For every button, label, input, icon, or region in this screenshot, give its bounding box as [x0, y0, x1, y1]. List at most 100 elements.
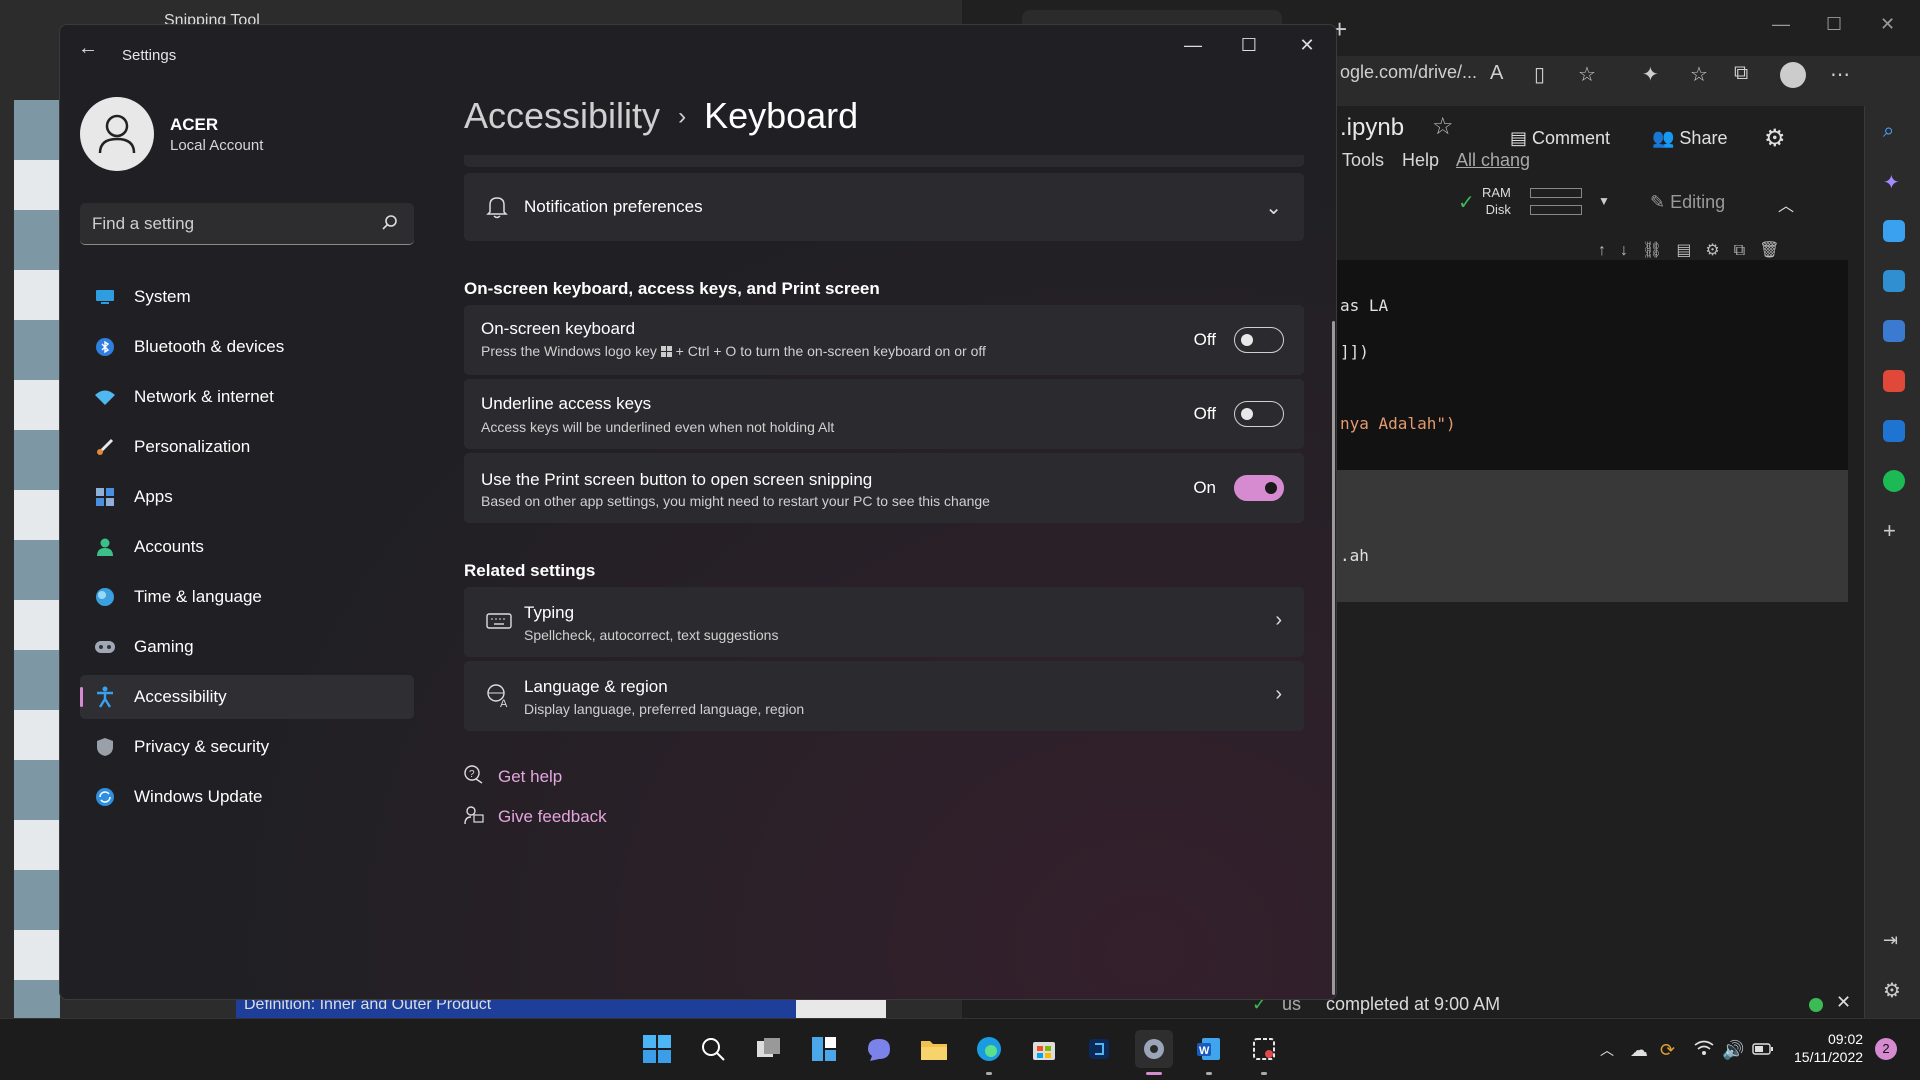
- search-icon[interactable]: [380, 213, 400, 238]
- related-language-region-card[interactable]: A Language & region Display language, pr…: [464, 661, 1304, 731]
- output-line: .ah: [1340, 546, 1369, 565]
- sidebar-item-privacy-security[interactable]: Privacy & security: [80, 725, 414, 769]
- word-button[interactable]: W: [1190, 1030, 1228, 1068]
- chevron-down-icon[interactable]: ▼: [1598, 194, 1610, 208]
- favorite-add-icon[interactable]: ☆: [1578, 62, 1596, 87]
- discover-icon[interactable]: ✦: [1883, 170, 1905, 194]
- snipping-tool-icon: [1253, 1038, 1275, 1060]
- toggle-state-label: On: [1193, 478, 1216, 497]
- status-close-icon[interactable]: ✕: [1836, 992, 1851, 1013]
- avatar[interactable]: [80, 97, 154, 171]
- main-content: Notification preferences ⌄ On-screen key…: [464, 155, 1304, 999]
- immersive-reader-icon[interactable]: ▯: [1534, 62, 1545, 87]
- sync-icon[interactable]: ⟳: [1660, 1040, 1675, 1061]
- back-arrow-icon[interactable]: ←: [78, 37, 98, 60]
- sidebar-item-time-language[interactable]: Time & language: [80, 575, 414, 619]
- task-view-button[interactable]: [750, 1030, 788, 1068]
- code-line: nya Adalah"): [1340, 414, 1456, 433]
- profile-avatar-icon[interactable]: [1780, 62, 1806, 88]
- all-changes-link[interactable]: All chang: [1456, 150, 1530, 171]
- underline-access-keys-toggle[interactable]: [1234, 401, 1284, 427]
- menu-tools[interactable]: Tools: [1342, 150, 1384, 171]
- search-icon[interactable]: ⌕: [1883, 120, 1905, 142]
- toggle-knob: [1241, 334, 1253, 346]
- collections-icon[interactable]: ⧉: [1734, 62, 1748, 85]
- spotify-icon[interactable]: [1883, 470, 1905, 492]
- print-screen-toggle[interactable]: [1234, 475, 1284, 501]
- battery-icon[interactable]: [1752, 1040, 1774, 1061]
- notification-badge[interactable]: 2: [1875, 1038, 1897, 1060]
- maximize-icon[interactable]: ☐: [1234, 35, 1264, 56]
- give-feedback-link[interactable]: Give feedback: [498, 807, 607, 827]
- file-explorer-button[interactable]: [915, 1030, 953, 1068]
- volume-icon[interactable]: 🔊: [1722, 1040, 1744, 1061]
- sidebar-item-windows-update[interactable]: Windows Update: [80, 775, 414, 819]
- sidebar-item-network[interactable]: Network & internet: [80, 375, 414, 419]
- editing-mode-button[interactable]: ✎ Editing: [1650, 192, 1725, 213]
- breadcrumb-parent[interactable]: Accessibility: [464, 95, 660, 136]
- notification-preferences-card[interactable]: Notification preferences ⌄: [464, 173, 1304, 241]
- close-icon[interactable]: ✕: [1292, 35, 1322, 56]
- sidebar-item-personalization[interactable]: Personalization: [80, 425, 414, 469]
- get-help-link[interactable]: Get help: [498, 767, 562, 787]
- browser-close-icon[interactable]: ✕: [1880, 14, 1895, 35]
- games-icon[interactable]: [1883, 320, 1905, 342]
- cell-toolbar[interactable]: ↑↓⛓▤⚙⧉🗑: [1598, 240, 1794, 260]
- section-heading-related: Related settings: [464, 561, 596, 580]
- share-label: Share: [1679, 128, 1728, 148]
- tools-icon[interactable]: [1883, 270, 1905, 292]
- shopping-icon[interactable]: [1883, 220, 1905, 242]
- apps-icon: [94, 486, 116, 508]
- resource-labels[interactable]: RAM Disk: [1482, 184, 1511, 218]
- star-icon[interactable]: ☆: [1432, 112, 1454, 141]
- minimize-icon[interactable]: —: [1178, 35, 1208, 56]
- settings-icon[interactable]: ⚙: [1883, 978, 1905, 1002]
- chat-button[interactable]: [860, 1030, 898, 1068]
- sidebar-item-bluetooth[interactable]: Bluetooth & devices: [80, 325, 414, 369]
- sidebar-collapse-icon[interactable]: ⇥: [1883, 930, 1905, 952]
- notebook-title[interactable]: .ipynb: [1340, 114, 1404, 142]
- more-menu-icon[interactable]: ⋯: [1830, 62, 1850, 87]
- snipping-tool-button[interactable]: [1245, 1030, 1283, 1068]
- search-input[interactable]: [92, 213, 372, 235]
- wifi-icon[interactable]: [1694, 1040, 1714, 1061]
- collapse-icon[interactable]: ︿: [1778, 192, 1794, 216]
- settings-taskbar-button[interactable]: [1135, 1030, 1173, 1068]
- edge-button[interactable]: [970, 1030, 1008, 1068]
- browser-minimize-icon[interactable]: —: [1772, 14, 1790, 35]
- sidebar-item-system[interactable]: System: [80, 275, 414, 319]
- favorites-icon[interactable]: ☆: [1690, 62, 1708, 87]
- svg-text:W: W: [1199, 1045, 1210, 1057]
- onedrive-icon[interactable]: ☁: [1630, 1040, 1648, 1061]
- sidebar-item-gaming[interactable]: Gaming: [80, 625, 414, 669]
- search-icon: [702, 1038, 725, 1061]
- store-button[interactable]: [1025, 1030, 1063, 1068]
- outlook-icon[interactable]: [1883, 420, 1905, 442]
- comment-button[interactable]: ▤ Comment: [1510, 128, 1610, 149]
- chevron-up-icon[interactable]: ︿: [1600, 1040, 1614, 1060]
- add-icon[interactable]: +: [1883, 518, 1905, 543]
- scrollbar[interactable]: [1332, 321, 1335, 995]
- read-aloud-icon[interactable]: A: [1490, 62, 1503, 85]
- sidebar-nav: System Bluetooth & devices Network & int…: [80, 275, 414, 825]
- menu-help[interactable]: Help: [1402, 150, 1439, 171]
- sidebar-item-accounts[interactable]: Accounts: [80, 525, 414, 569]
- taskbar-app-button[interactable]: [1080, 1030, 1118, 1068]
- taskbar-search-button[interactable]: [694, 1030, 732, 1068]
- start-button[interactable]: [638, 1030, 676, 1068]
- widgets-button[interactable]: [805, 1030, 843, 1068]
- on-screen-keyboard-toggle[interactable]: [1234, 327, 1284, 353]
- gear-icon[interactable]: ⚙: [1764, 124, 1786, 153]
- office-icon[interactable]: [1883, 370, 1905, 392]
- browser-maximize-icon[interactable]: ☐: [1826, 14, 1842, 35]
- sidebar-item-accessibility[interactable]: Accessibility: [80, 675, 414, 719]
- clock[interactable]: 09:02 15/11/2022: [1794, 1030, 1863, 1066]
- disk-bar: [1530, 205, 1582, 215]
- related-typing-card[interactable]: Typing Spellcheck, autocorrect, text sug…: [464, 587, 1304, 657]
- extensions-icon[interactable]: ✦: [1642, 62, 1659, 87]
- settings-window: ← Settings — ☐ ✕ ACER Local Account Syst…: [59, 24, 1337, 1000]
- sidebar-item-apps[interactable]: Apps: [80, 475, 414, 519]
- address-bar[interactable]: ogle.com/drive/...: [1340, 62, 1477, 83]
- share-button[interactable]: 👥 Share: [1652, 128, 1727, 149]
- chevron-down-icon[interactable]: ⌄: [1265, 195, 1282, 220]
